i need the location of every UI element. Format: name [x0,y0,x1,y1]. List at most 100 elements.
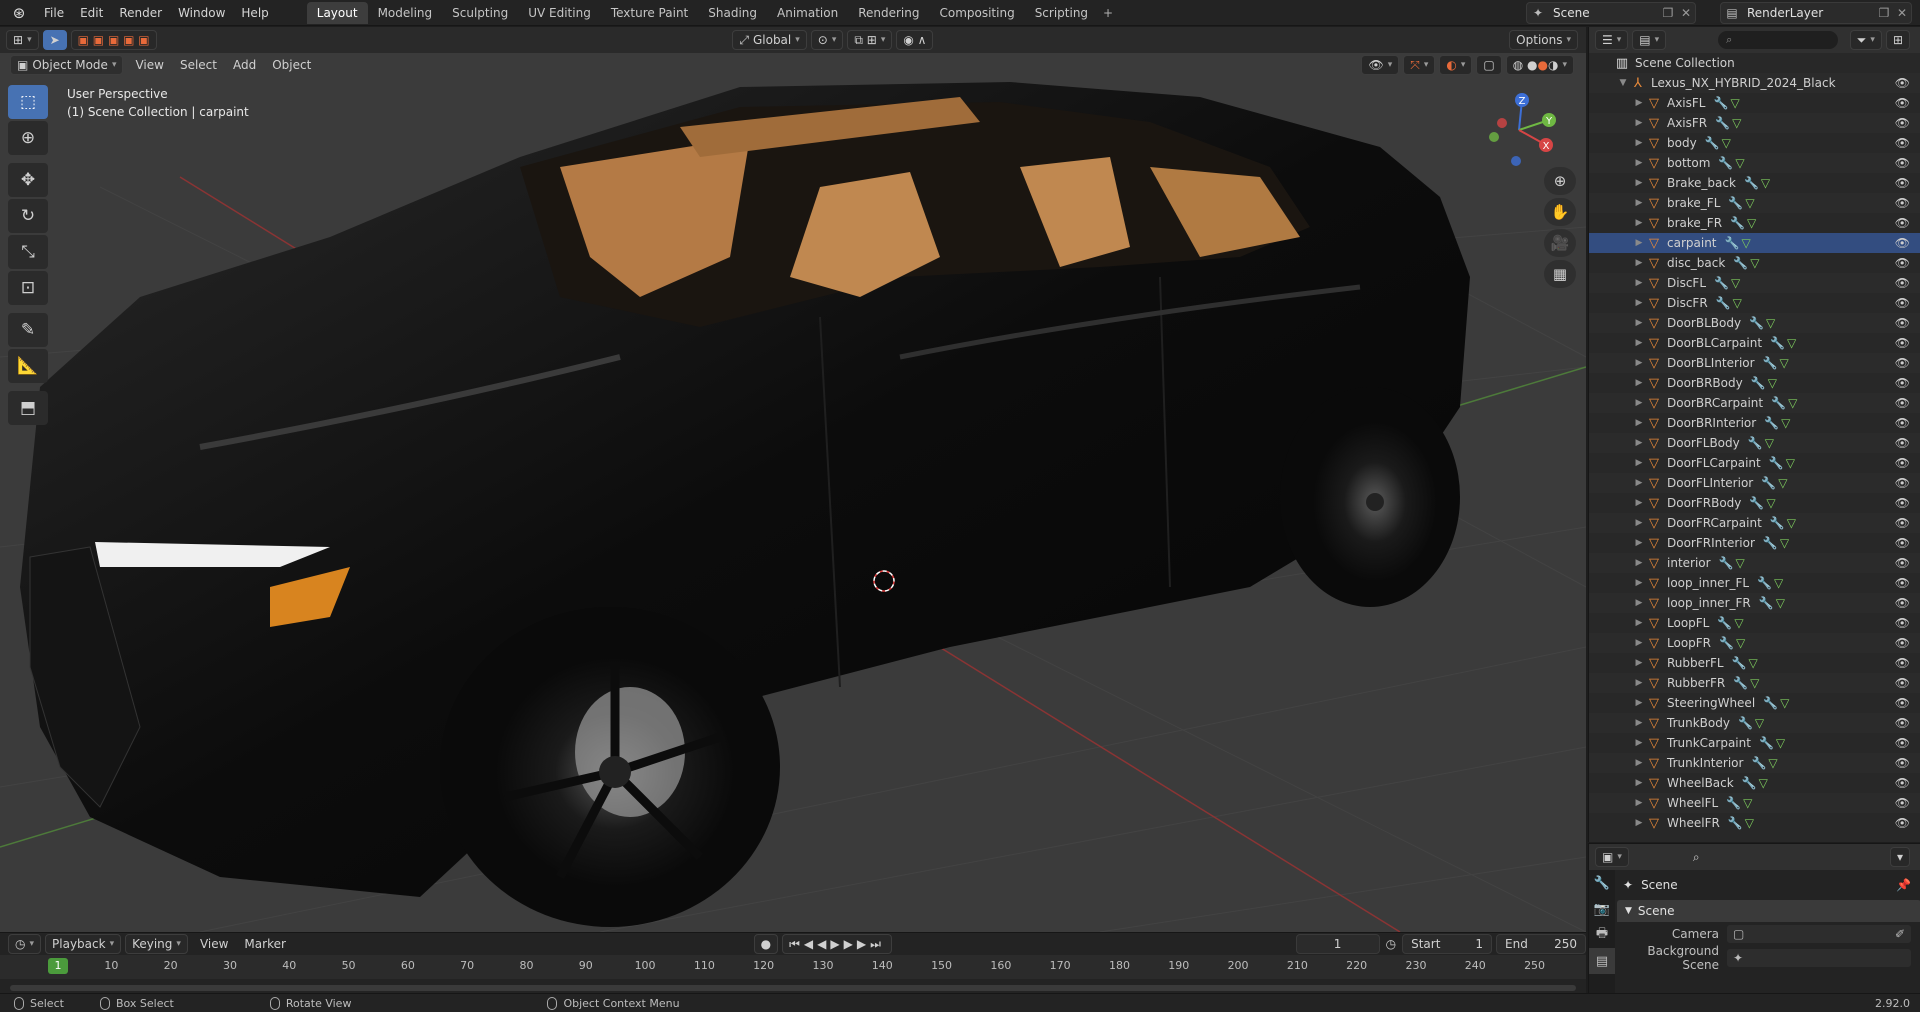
mesh-data-icon[interactable]: ▽ [1786,456,1795,470]
modifier-wrench-icon[interactable]: 🔧 [1738,716,1753,730]
add-cube-tool-icon[interactable]: ⬒ [8,391,48,425]
tab-compositing[interactable]: Compositing [929,2,1024,24]
modifier-wrench-icon[interactable]: 🔧 [1717,616,1732,630]
expand-triangle-icon[interactable]: ▶ [1633,758,1645,768]
mesh-data-icon[interactable]: ▽ [1745,196,1754,210]
modifier-wrench-icon[interactable]: 🔧 [1744,176,1759,190]
mesh-data-icon[interactable]: ▽ [1765,436,1774,450]
expand-triangle-icon[interactable]: ▶ [1633,498,1645,508]
eyedropper-icon[interactable]: ✐ [1895,927,1905,941]
expand-triangle-icon[interactable]: ▶ [1633,678,1645,688]
mesh-data-icon[interactable]: ▽ [1766,496,1775,510]
mesh-data-icon[interactable]: ▽ [1731,276,1740,290]
modifier-wrench-icon[interactable]: 🔧 [1748,436,1763,450]
expand-triangle-icon[interactable]: ▶ [1633,438,1645,448]
filter-button[interactable]: ⏷ ▾ [1849,30,1882,50]
modifier-wrench-icon[interactable]: 🔧 [1732,656,1747,670]
tab-texture-paint[interactable]: Texture Paint [601,2,698,24]
playback-dropdown[interactable]: Playback ▾ [45,934,122,954]
mesh-data-icon[interactable]: ▽ [1745,816,1754,830]
modifier-wrench-icon[interactable]: 🔧 [1759,596,1774,610]
zoom-icon[interactable]: ⊕ [1544,167,1576,195]
visibility-eye-icon[interactable]: 👁 [1895,556,1910,570]
visibility-eye-icon[interactable]: 👁 [1895,116,1910,130]
visibility-eye-icon[interactable]: 👁 [1895,236,1910,250]
mesh-data-icon[interactable]: ▽ [1735,156,1744,170]
modifier-wrench-icon[interactable]: 🔧 [1716,296,1731,310]
output-tab-icon[interactable]: 🖶 [1589,922,1615,948]
outliner-object-row[interactable]: ▶ ▽ DoorFLBody 🔧 ▽ 👁 [1589,433,1920,453]
modifier-wrench-icon[interactable]: 🔧 [1733,676,1748,690]
expand-triangle-icon[interactable]: ▶ [1633,178,1645,188]
modifier-wrench-icon[interactable]: 🔧 [1759,736,1774,750]
view-layer-selector[interactable]: ▤ RenderLayer ❐ ✕ [1720,2,1912,24]
expand-triangle-icon[interactable]: ▶ [1633,458,1645,468]
visibility-eye-icon[interactable]: 👁 [1895,496,1910,510]
outliner-scene-collection[interactable]: ▥ Scene Collection [1589,53,1920,73]
expand-triangle-icon[interactable]: ▶ [1633,698,1645,708]
tab-uv-editing[interactable]: UV Editing [518,2,601,24]
tool-settings-tab-icon[interactable]: 🔧 [1589,870,1615,896]
mesh-data-icon[interactable]: ▽ [1787,336,1796,350]
outliner-object-row[interactable]: ▶ ▽ DoorFRBody 🔧 ▽ 👁 [1589,493,1920,513]
modifier-wrench-icon[interactable]: 🔧 [1763,356,1778,370]
properties-search-input[interactable]: ⌕ [1693,850,1803,865]
outliner-object-row[interactable]: ▶ ▽ loop_inner_FL 🔧 ▽ 👁 [1589,573,1920,593]
mesh-data-icon[interactable]: ▽ [1787,516,1796,530]
tab-shading[interactable]: Shading [698,2,767,24]
expand-triangle-icon[interactable]: ▶ [1633,378,1645,388]
modifier-wrench-icon[interactable]: 🔧 [1718,156,1733,170]
outliner-object-row[interactable]: ▶ ▽ DoorBRBody 🔧 ▽ 👁 [1589,373,1920,393]
expand-triangle-icon[interactable]: ▶ [1633,778,1645,788]
visibility-eye-icon[interactable]: 👁 [1895,336,1910,350]
3d-viewport[interactable]: ⊞ ▾ ➤ ▣ ▣ ▣ ▣ ▣ ⤢ Global ▾ ⊙ ▾ ⧉ ⊞ ▾ ◉ ∧ Opti… [0,27,1586,932]
modifier-wrench-icon[interactable]: 🔧 [1770,336,1785,350]
expand-triangle-icon[interactable]: ▶ [1633,138,1645,148]
visibility-eye-icon[interactable]: 👁 [1895,296,1910,310]
outliner-object-row[interactable]: ▶ ▽ DoorFLInterior 🔧 ▽ 👁 [1589,473,1920,493]
outliner-object-row[interactable]: ▶ ▽ loop_inner_FR 🔧 ▽ 👁 [1589,593,1920,613]
outliner-object-row[interactable]: ▶ ▽ TrunkInterior 🔧 ▽ 👁 [1589,753,1920,773]
outliner-object-row[interactable]: ▶ ▽ DoorBLInterior 🔧 ▽ 👁 [1589,353,1920,373]
visibility-eye-icon[interactable]: 👁 [1895,76,1910,90]
mesh-data-icon[interactable]: ▽ [1761,176,1770,190]
mesh-data-icon[interactable]: ▽ [1766,316,1775,330]
outliner-object-row[interactable]: ▶ ▽ carpaint 🔧 ▽ 👁 [1589,233,1920,253]
menu-object[interactable]: Object [264,58,319,72]
visibility-eye-icon[interactable]: 👁 [1895,516,1910,530]
expand-triangle-icon[interactable]: ▶ [1633,238,1645,248]
outliner-object-row[interactable]: ▶ ▽ Brake_back 🔧 ▽ 👁 [1589,173,1920,193]
outliner-object-row[interactable]: ▶ ▽ DoorBRCarpaint 🔧 ▽ 👁 [1589,393,1920,413]
move-tool-icon[interactable]: ✥ [8,163,48,197]
visibility-eye-icon[interactable]: 👁 [1895,416,1910,430]
expand-triangle-icon[interactable]: ▶ [1633,358,1645,368]
visibility-dropdown[interactable]: 👁 ▾ [1361,55,1400,75]
visibility-eye-icon[interactable]: 👁 [1895,136,1910,150]
visibility-eye-icon[interactable]: 👁 [1895,816,1910,830]
visibility-eye-icon[interactable]: 👁 [1895,196,1910,210]
pin-icon[interactable]: 📌 [1896,878,1911,892]
visibility-eye-icon[interactable]: 👁 [1895,656,1910,670]
annotate-tool-icon[interactable]: ✎ [8,313,48,347]
expand-triangle-icon[interactable]: ▶ [1633,418,1645,428]
current-frame-field[interactable]: 1 [1295,934,1380,954]
mesh-data-icon[interactable]: ▽ [1778,476,1787,490]
menu-edit[interactable]: Edit [72,0,111,26]
outliner-object-row[interactable]: ▶ ▽ interior 🔧 ▽ 👁 [1589,553,1920,573]
render-tab-icon[interactable]: 📷 [1589,896,1615,922]
expand-triangle-icon[interactable]: ▶ [1633,118,1645,128]
visibility-eye-icon[interactable]: 👁 [1895,576,1910,590]
mesh-data-icon[interactable]: ▽ [1750,676,1759,690]
timeline-editor-type-button[interactable]: ◷ ▾ [8,934,42,954]
mesh-data-icon[interactable]: ▽ [1781,416,1790,430]
mesh-data-icon[interactable]: ▽ [1780,356,1789,370]
mesh-data-icon[interactable]: ▽ [1768,376,1777,390]
modifier-wrench-icon[interactable]: 🔧 [1763,696,1778,710]
outliner-object-row[interactable]: ▶ ▽ DoorBLBody 🔧 ▽ 👁 [1589,313,1920,333]
measure-tool-icon[interactable]: 📐 [8,349,48,383]
visibility-eye-icon[interactable]: 👁 [1895,96,1910,110]
camera-view-icon[interactable]: 🎥 [1544,229,1576,257]
overlay-toggle[interactable]: ◐ ▾ [1439,55,1473,75]
mesh-data-icon[interactable]: ▽ [1747,216,1756,230]
mesh-data-icon[interactable]: ▽ [1736,636,1745,650]
